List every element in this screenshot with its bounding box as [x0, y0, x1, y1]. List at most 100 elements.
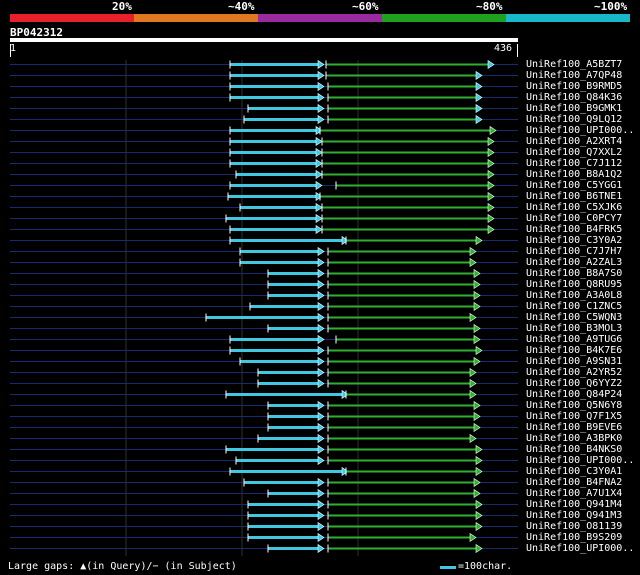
- hsp-end-arrow: [475, 510, 483, 521]
- hit-label[interactable]: UniRef100_C5YGG1: [526, 180, 622, 191]
- hsp-end-arrow: [317, 312, 325, 323]
- hsp-end-arrow: [487, 202, 495, 213]
- hsp-end-arrow: [475, 455, 483, 466]
- hit-label[interactable]: UniRef100_A9TUG6: [526, 334, 622, 345]
- hsp-end-arrow: [315, 213, 323, 224]
- hsp-end-arrow: [469, 367, 477, 378]
- hit-label[interactable]: UniRef100_Q9LQ12: [526, 114, 622, 125]
- hit-label[interactable]: UniRef100_A2XRT4: [526, 136, 622, 147]
- hit-label[interactable]: UniRef100_C7J7H7: [526, 246, 622, 257]
- hsp-end-arrow: [317, 92, 325, 103]
- hit-label[interactable]: UniRef100_B4FRK5: [526, 224, 622, 235]
- hsp-end-arrow: [487, 224, 495, 235]
- hsp-end-arrow: [475, 521, 483, 532]
- hit-label[interactable]: UniRef100_B4FNA2: [526, 477, 622, 488]
- hit-label[interactable]: UniRef100_A2YR52: [526, 367, 622, 378]
- hit-label[interactable]: UniRef100_Q6YYZ2: [526, 378, 622, 389]
- gap-legend: Large gaps: ▲(in Query)/− (in Subject): [8, 561, 237, 572]
- hit-label[interactable]: UniRef100_B3MOL3: [526, 323, 622, 334]
- hsp-end-arrow: [469, 389, 477, 400]
- hsp-end-arrow: [315, 224, 323, 235]
- hsp-end-arrow: [473, 422, 481, 433]
- hit-label[interactable]: UniRef100_C5WQN3: [526, 312, 622, 323]
- hsp-end-arrow: [487, 169, 495, 180]
- hsp-end-arrow: [473, 400, 481, 411]
- hit-label[interactable]: UniRef100_Q7F1X5: [526, 411, 622, 422]
- hsp-end-arrow: [475, 70, 483, 81]
- hit-label[interactable]: UniRef100_A2ZAL3: [526, 257, 622, 268]
- hsp-end-arrow: [317, 279, 325, 290]
- hit-label[interactable]: UniRef100_B4NKS0: [526, 444, 622, 455]
- hsp-end-arrow: [475, 345, 483, 356]
- hsp-end-arrow: [317, 290, 325, 301]
- hsp-end-arrow: [317, 433, 325, 444]
- hsp-end-arrow: [317, 444, 325, 455]
- hit-label[interactable]: UniRef100_C1ZNC5: [526, 301, 622, 312]
- hsp-end-arrow: [317, 378, 325, 389]
- hsp-end-arrow: [469, 532, 477, 543]
- hsp-end-arrow: [475, 92, 483, 103]
- hsp-end-arrow: [317, 499, 325, 510]
- scale-bar: [440, 566, 456, 569]
- hit-label[interactable]: UniRef100_B6TNE1: [526, 191, 622, 202]
- hit-label[interactable]: UniRef100_B9EVE6: [526, 422, 622, 433]
- hsp-end-arrow: [317, 543, 325, 554]
- hit-label[interactable]: UniRef100_B9S209: [526, 532, 622, 543]
- hsp-end-arrow: [317, 356, 325, 367]
- hsp-end-arrow: [475, 466, 483, 477]
- hsp-end-arrow: [475, 235, 483, 246]
- hsp-end-arrow: [475, 103, 483, 114]
- hsp-end-arrow: [317, 532, 325, 543]
- hsp-end-arrow: [487, 136, 495, 147]
- hsp-end-arrow: [315, 169, 323, 180]
- hit-label[interactable]: UniRef100_C5XJK6: [526, 202, 622, 213]
- hit-label[interactable]: UniRef100_Q7XXL2: [526, 147, 622, 158]
- hit-label[interactable]: UniRef100_UPI000..: [526, 125, 634, 136]
- hsp-end-arrow: [487, 191, 495, 202]
- hit-label[interactable]: UniRef100_C0PCY7: [526, 213, 622, 224]
- hit-label[interactable]: UniRef100_O81139: [526, 521, 622, 532]
- hsp-end-arrow: [489, 125, 497, 136]
- hit-label[interactable]: UniRef100_C3Y0A1: [526, 466, 622, 477]
- hit-label[interactable]: UniRef100_Q84P24: [526, 389, 622, 400]
- hit-label[interactable]: UniRef100_UPI000..: [526, 543, 634, 554]
- hit-label[interactable]: UniRef100_A3BPK0: [526, 433, 622, 444]
- hsp-end-arrow: [317, 257, 325, 268]
- hit-label[interactable]: UniRef100_UPI000..: [526, 455, 634, 466]
- hit-label[interactable]: UniRef100_B4K7E6: [526, 345, 622, 356]
- hsp-end-arrow: [317, 510, 325, 521]
- hsp-end-arrow: [473, 323, 481, 334]
- hit-label[interactable]: UniRef100_B8A7S0: [526, 268, 622, 279]
- hit-label[interactable]: UniRef100_Q84K36: [526, 92, 622, 103]
- hit-label[interactable]: UniRef100_C7J112: [526, 158, 622, 169]
- hsp-end-arrow: [475, 114, 483, 125]
- hit-label[interactable]: UniRef100_C3Y0A2: [526, 235, 622, 246]
- hsp-end-arrow: [315, 202, 323, 213]
- hsp-end-arrow: [487, 180, 495, 191]
- hit-label[interactable]: UniRef100_Q5N6Y8: [526, 400, 622, 411]
- hsp-end-arrow: [317, 367, 325, 378]
- hsp-end-arrow: [469, 257, 477, 268]
- hit-label[interactable]: UniRef100_Q941M4: [526, 499, 622, 510]
- hsp-end-arrow: [317, 488, 325, 499]
- hit-label[interactable]: UniRef100_A5BZT7: [526, 59, 622, 70]
- hit-label[interactable]: UniRef100_B8A1Q2: [526, 169, 622, 180]
- hit-label[interactable]: UniRef100_A9SN31: [526, 356, 622, 367]
- hit-label[interactable]: UniRef100_B9RMD5: [526, 81, 622, 92]
- hsp-end-arrow: [317, 268, 325, 279]
- hsp-end-arrow: [473, 356, 481, 367]
- hit-label[interactable]: UniRef100_Q8RU95: [526, 279, 622, 290]
- hit-label[interactable]: UniRef100_B9GMK1: [526, 103, 622, 114]
- hsp-end-arrow: [469, 246, 477, 257]
- hit-label[interactable]: UniRef100_Q941M3: [526, 510, 622, 521]
- hsp-end-arrow: [317, 455, 325, 466]
- hsp-end-arrow: [317, 477, 325, 488]
- hsp-end-arrow: [317, 246, 325, 257]
- hsp-end-arrow: [317, 422, 325, 433]
- hit-label[interactable]: UniRef100_A7QP48: [526, 70, 622, 81]
- hsp-end-arrow: [315, 147, 323, 158]
- hsp-end-arrow: [317, 521, 325, 532]
- hit-label[interactable]: UniRef100_A3A0L8: [526, 290, 622, 301]
- hit-label[interactable]: UniRef100_A7U1X4: [526, 488, 622, 499]
- hsp-end-arrow: [317, 411, 325, 422]
